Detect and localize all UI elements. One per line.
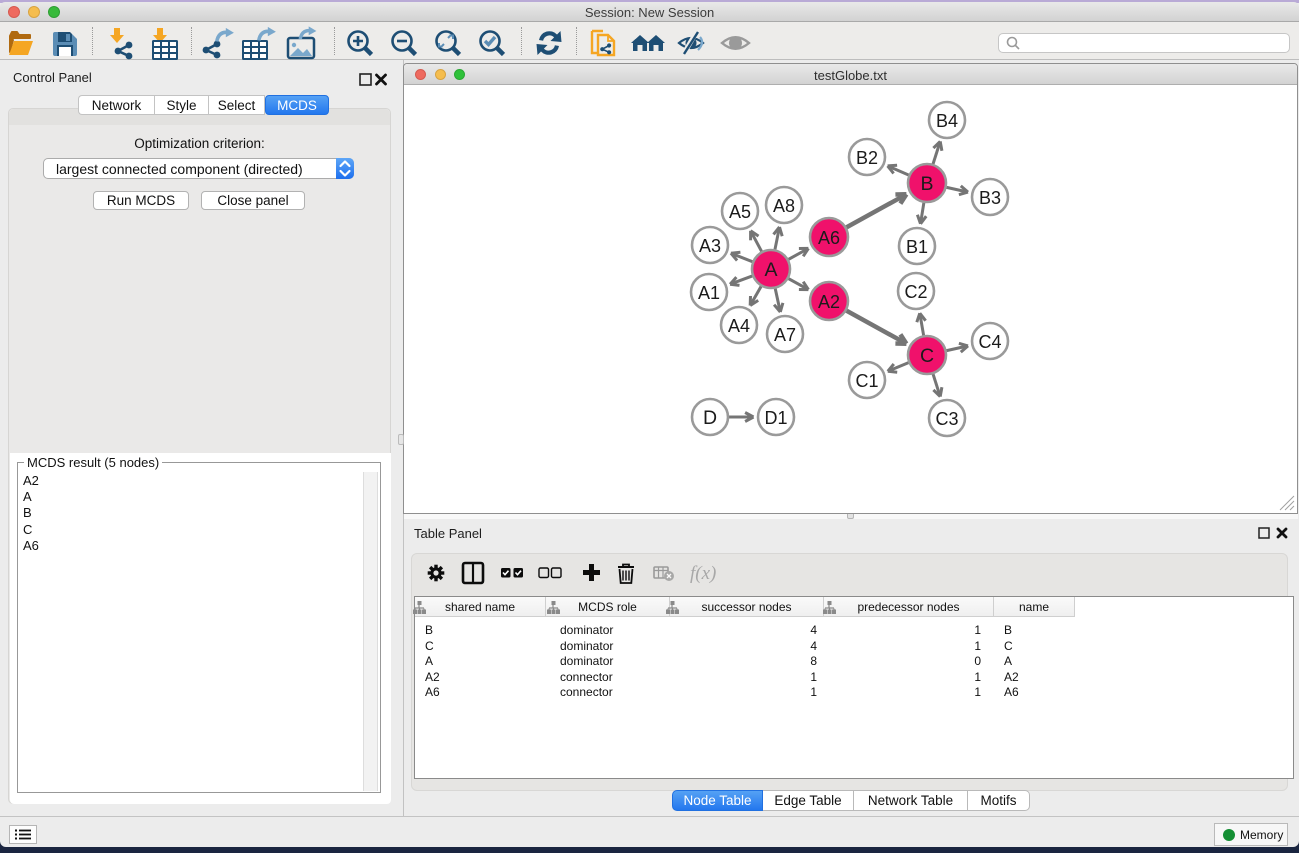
svg-text:A1: A1: [698, 283, 720, 303]
svg-text:B2: B2: [856, 148, 878, 168]
svg-text:C4: C4: [978, 332, 1001, 352]
svg-text:B: B: [920, 173, 933, 195]
svg-text:f(x): f(x): [690, 563, 716, 584]
svg-text:A4: A4: [728, 316, 750, 336]
svg-text:A2: A2: [818, 292, 840, 312]
svg-text:B3: B3: [979, 188, 1001, 208]
svg-text:A8: A8: [773, 196, 795, 216]
svg-text:B1: B1: [906, 237, 928, 257]
svg-text:C3: C3: [935, 409, 958, 429]
svg-text:B4: B4: [936, 111, 958, 131]
svg-text:C2: C2: [904, 282, 927, 302]
svg-text:C1: C1: [855, 371, 878, 391]
svg-text:A3: A3: [699, 236, 721, 256]
svg-text:A6: A6: [818, 228, 840, 248]
svg-text:D: D: [703, 407, 717, 429]
svg-text:A5: A5: [729, 202, 751, 222]
svg-text:A7: A7: [774, 325, 796, 345]
svg-text:A: A: [764, 259, 777, 281]
svg-text:D1: D1: [764, 408, 787, 428]
svg-text:C: C: [920, 345, 934, 367]
